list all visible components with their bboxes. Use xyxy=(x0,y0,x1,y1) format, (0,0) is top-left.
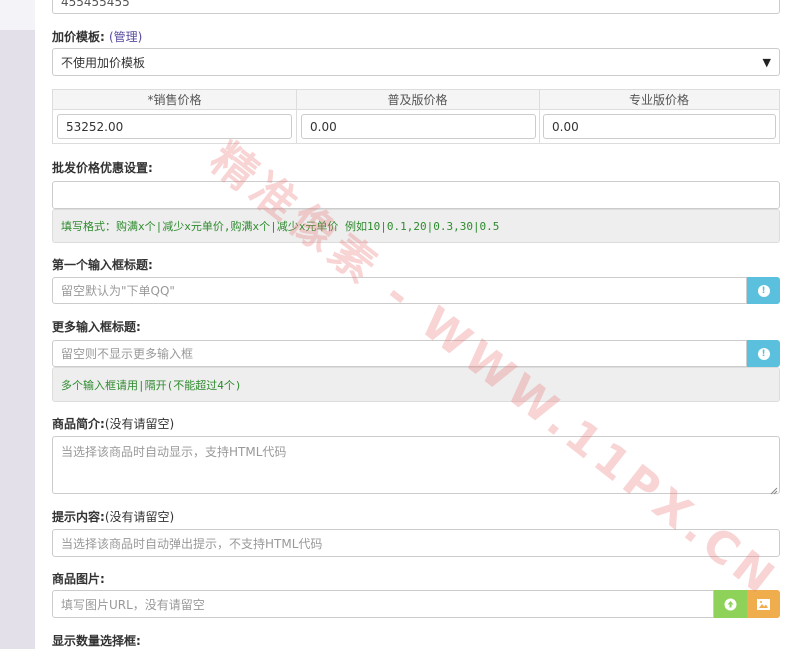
price-header-basic: 普及版价格 xyxy=(296,90,539,110)
more-input-info-button[interactable]: ! xyxy=(747,340,780,367)
sidebar-strip xyxy=(0,0,35,649)
more-input-title-input[interactable]: 留空则不显示更多输入框 xyxy=(52,340,747,367)
upload-image-button[interactable] xyxy=(714,590,747,618)
form-panel: 455455455 加价模板: (管理) 不使用加价模板 ▼ *销售价格 普及版… xyxy=(35,0,800,649)
product-intro-label-note: (没有请留空) xyxy=(104,417,175,431)
pro-price-value: 0.00 xyxy=(552,119,579,134)
first-input-title-input[interactable]: 留空默认为"下单QQ" xyxy=(52,277,747,304)
bulk-discount-input[interactable] xyxy=(52,181,780,209)
product-intro-placeholder: 当选择该商品时自动显示，支持HTML代码 xyxy=(61,445,287,459)
tip-content-label-text: 提示内容: xyxy=(52,510,105,524)
tip-content-label: 提示内容:(没有请留空) xyxy=(52,508,174,525)
info-icon: ! xyxy=(757,347,770,360)
first-input-info-button[interactable]: ! xyxy=(747,277,780,304)
markup-template-selected: 不使用加价模板 xyxy=(61,55,146,70)
sale-price-input[interactable]: 53252.00 xyxy=(57,114,292,139)
top-field-input[interactable]: 455455455 xyxy=(52,0,780,14)
markup-template-select[interactable]: 不使用加价模板 ▼ xyxy=(52,48,780,76)
tip-content-label-note: (没有请留空) xyxy=(104,510,175,524)
quantity-selector-label: 显示数量选择框: xyxy=(52,634,141,648)
basic-price-input[interactable]: 0.00 xyxy=(301,114,536,139)
product-image-input[interactable]: 填写图片URL，没有请留空 xyxy=(52,590,714,618)
upload-icon xyxy=(724,598,737,610)
more-input-title-placeholder: 留空则不显示更多输入框 xyxy=(61,347,194,361)
bulk-discount-hint: 填写格式：购满x个|减少x元单价,购满x个|减少x元单价 例如10|0.1,20… xyxy=(52,209,780,243)
chevron-down-icon: ▼ xyxy=(762,55,771,69)
bulk-discount-label: 批发价格优惠设置: xyxy=(52,161,153,175)
basic-price-value: 0.00 xyxy=(310,119,337,134)
top-field-value: 455455455 xyxy=(61,0,130,9)
price-header-sale: *销售价格 xyxy=(53,90,296,110)
image-icon xyxy=(757,598,770,610)
product-image-placeholder: 填写图片URL，没有请留空 xyxy=(61,597,205,612)
more-input-hint: 多个输入框请用|隔开(不能超过4个) xyxy=(52,367,780,402)
info-icon: ! xyxy=(757,284,770,297)
resize-handle-icon[interactable] xyxy=(770,484,778,495)
manage-link[interactable]: (管理) xyxy=(109,30,142,44)
product-intro-textarea[interactable]: 当选择该商品时自动显示，支持HTML代码 xyxy=(52,436,780,494)
product-intro-label: 商品简介:(没有请留空) xyxy=(52,415,174,432)
column-divider xyxy=(296,90,297,143)
first-input-title-placeholder: 留空默认为"下单QQ" xyxy=(61,284,175,298)
tip-content-placeholder: 当选择该商品时自动弹出提示，不支持HTML代码 xyxy=(61,536,323,551)
markup-template-label-text: 加价模板: xyxy=(52,30,105,44)
sale-price-value: 53252.00 xyxy=(66,119,124,134)
pro-price-input[interactable]: 0.00 xyxy=(543,114,776,139)
first-input-title-label: 第一个输入框标题: xyxy=(52,258,153,272)
price-table: *销售价格 普及版价格 专业版价格 53252.00 0.00 0.00 xyxy=(52,89,780,144)
select-image-button[interactable] xyxy=(747,590,780,618)
product-intro-label-text: 商品简介: xyxy=(52,417,105,431)
tip-content-input[interactable]: 当选择该商品时自动弹出提示，不支持HTML代码 xyxy=(52,529,780,557)
markup-template-label: 加价模板: (管理) xyxy=(52,28,142,45)
price-header-pro: 专业版价格 xyxy=(539,90,779,110)
product-image-label: 商品图片: xyxy=(52,572,105,586)
more-input-title-label: 更多输入框标题: xyxy=(52,320,141,334)
sidebar-tab[interactable] xyxy=(0,0,35,30)
column-divider xyxy=(539,90,540,143)
